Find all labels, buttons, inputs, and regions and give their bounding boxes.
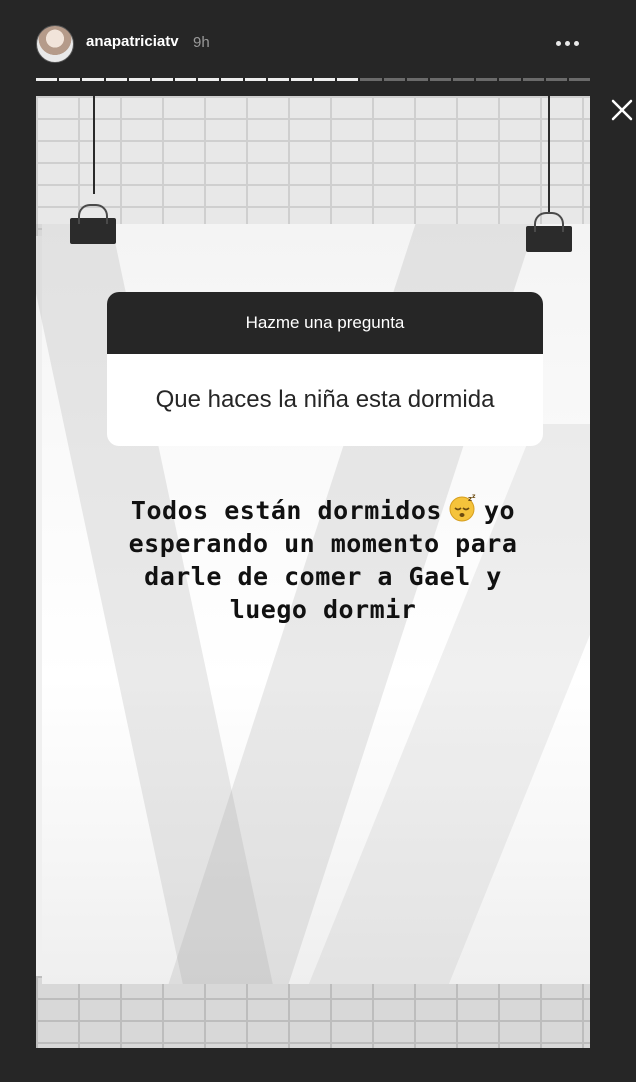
- progress-segment: [128, 78, 150, 81]
- progress-segment: [476, 78, 498, 81]
- story-content[interactable]: Hazme una pregunta Que haces la niña est…: [36, 96, 590, 1048]
- username[interactable]: anapatriciatv: [86, 33, 179, 50]
- more-horizontal-icon: [555, 40, 561, 46]
- progress-segment: [36, 78, 58, 81]
- progress-segment: [568, 78, 591, 81]
- hanging-wire: [93, 96, 95, 194]
- progress-segment: [198, 78, 220, 81]
- svg-text:z: z: [472, 493, 476, 500]
- progress-segment: [545, 78, 567, 81]
- more-horizontal-icon: [573, 40, 579, 46]
- close-button[interactable]: [608, 96, 636, 124]
- hanging-wire: [548, 96, 550, 214]
- question-sticker[interactable]: Hazme una pregunta Que haces la niña est…: [107, 292, 543, 446]
- more-horizontal-icon: [564, 40, 570, 46]
- progress-segment: [244, 78, 266, 81]
- progress-segment: [337, 78, 359, 81]
- story-progress-bar: [36, 78, 591, 81]
- progress-segment: [105, 78, 127, 81]
- binder-clip: [526, 212, 572, 252]
- avatar[interactable]: [36, 25, 74, 63]
- progress-segment: [267, 78, 289, 81]
- sleeping-face-emoji-icon: z z: [449, 493, 476, 522]
- progress-segment: [221, 78, 243, 81]
- brick-wall-bottom: [36, 976, 590, 1048]
- progress-segment: [499, 78, 521, 81]
- progress-segment: [360, 78, 382, 81]
- progress-segment: [82, 78, 104, 81]
- progress-segment: [406, 78, 428, 81]
- close-icon: [611, 99, 633, 121]
- story-viewer: anapatriciatv 9h Hazme una pregunta Que …: [0, 0, 636, 1082]
- question-sticker-title: Hazme una pregunta: [107, 292, 543, 354]
- more-options-button[interactable]: [548, 30, 586, 56]
- progress-segment: [290, 78, 313, 81]
- progress-segment: [522, 78, 544, 81]
- progress-segment: [453, 78, 475, 81]
- timestamp: 9h: [193, 34, 210, 51]
- answer-continuation: esperando un momento para darle de comer…: [128, 529, 518, 624]
- binder-clip: [70, 204, 116, 244]
- answer-line-start: Todos están dormidos: [130, 496, 442, 525]
- progress-segment: [151, 78, 174, 81]
- question-text: Que haces la niña esta dormida: [155, 386, 495, 413]
- answer-text: Todos están dormidos z z yo esperando un…: [76, 460, 570, 659]
- progress-segment: [429, 78, 452, 81]
- brick-wall-top: [36, 96, 590, 236]
- progress-segment: [383, 78, 405, 81]
- progress-segment: [59, 78, 81, 81]
- progress-segment: [175, 78, 197, 81]
- progress-segment: [314, 78, 336, 81]
- answer-line-end: yo: [483, 496, 516, 525]
